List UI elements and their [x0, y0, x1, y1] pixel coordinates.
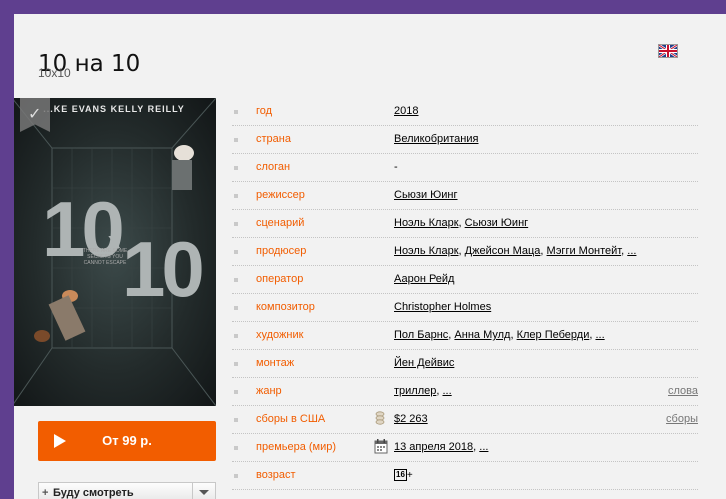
- writer-link[interactable]: Ноэль Кларк: [394, 217, 459, 229]
- producer-link[interactable]: Мэгги Монтейт: [547, 245, 622, 257]
- info-row-director: режиссер Сьюзи Юинг: [232, 182, 698, 210]
- film-poster[interactable]: ...KE EVANS KELLY REILLY 10 x 10 THERE A…: [14, 98, 216, 406]
- slogan-value: -: [394, 161, 398, 173]
- row-bullet: [234, 166, 238, 170]
- info-row-age: возраст 16 +: [232, 462, 698, 490]
- row-bullet: [234, 334, 238, 338]
- row-bullet: [234, 110, 238, 114]
- artist-link[interactable]: Анна Мулд: [454, 329, 510, 341]
- info-row-year: год 2018: [232, 98, 698, 126]
- info-key: премьера (мир): [256, 441, 337, 453]
- row-bullet: [234, 278, 238, 282]
- info-key: монтаж: [256, 357, 295, 369]
- coins-icon: [374, 410, 386, 431]
- watch-price-label: От 99 р.: [102, 433, 152, 448]
- chevron-down-icon: [199, 490, 209, 495]
- box-office-more-link[interactable]: сборы: [666, 413, 698, 425]
- will-watch-button[interactable]: + Буду смотреть: [38, 482, 216, 499]
- row-bullet: [234, 362, 238, 366]
- film-info-table: год 2018 страна Великобритания слоган - …: [232, 98, 698, 490]
- info-row-composer: композитор Christopher Holmes: [232, 294, 698, 322]
- info-key: слоган: [256, 161, 291, 173]
- producer-link[interactable]: Ноэль Кларк: [394, 245, 459, 257]
- row-bullet: [234, 306, 238, 310]
- row-bullet: [234, 222, 238, 226]
- box-office-link[interactable]: $2 263: [394, 413, 428, 425]
- info-key: художник: [256, 329, 304, 341]
- plus-icon: +: [42, 487, 49, 499]
- info-key: оператор: [256, 273, 304, 285]
- producer-more-link[interactable]: ...: [627, 245, 636, 257]
- age-rating-badge: 16: [394, 469, 407, 482]
- keywords-link[interactable]: слова: [668, 385, 698, 397]
- row-bullet: [234, 250, 238, 254]
- director-link[interactable]: Сьюзи Юинг: [394, 189, 458, 201]
- artist-more-link[interactable]: ...: [595, 329, 604, 341]
- operator-link[interactable]: Аарон Рейд: [394, 273, 454, 285]
- film-page: 10 на 10 10x10 ...KE EVANS KELLY REILLY …: [14, 14, 726, 499]
- info-row-genre: жанр триллер, ... слова: [232, 378, 698, 406]
- year-link[interactable]: 2018: [394, 105, 418, 117]
- original-title: 10x10: [38, 66, 71, 80]
- info-row-producer: продюсер Ноэль Кларк, Джейсон Маца, Мэгг…: [232, 238, 698, 266]
- info-key: сборы в США: [256, 413, 326, 425]
- info-row-country: страна Великобритания: [232, 126, 698, 154]
- checkmark-icon: ✓: [28, 104, 42, 123]
- row-bullet: [234, 138, 238, 142]
- uk-flag-icon[interactable]: [658, 44, 678, 58]
- info-row-artist: художник Пол Барнс, Анна Мулд, Клер Пебе…: [232, 322, 698, 350]
- info-row-slogan: слоган -: [232, 154, 698, 182]
- composer-link[interactable]: Christopher Holmes: [394, 301, 491, 313]
- info-row-writer: сценарий Ноэль Кларк, Сьюзи Юинг: [232, 210, 698, 238]
- country-link[interactable]: Великобритания: [394, 133, 478, 145]
- poster-tagline: THERE ARE SOME SECRETS YOU CANNOT ESCAPE: [82, 248, 128, 266]
- watch-online-button[interactable]: От 99 р.: [38, 421, 216, 461]
- info-row-box-office: сборы в США $2 263 сборы: [232, 406, 698, 434]
- info-row-operator: оператор Аарон Рейд: [232, 266, 698, 294]
- artist-link[interactable]: Клер Пеберди: [517, 329, 590, 341]
- info-key: год: [256, 105, 273, 117]
- artist-link[interactable]: Пол Барнс: [394, 329, 448, 341]
- calendar-icon: [374, 438, 388, 457]
- age-rating-suffix: +: [406, 470, 413, 481]
- info-key: сценарий: [256, 217, 305, 229]
- row-bullet: [234, 446, 238, 450]
- writer-link[interactable]: Сьюзи Юинг: [465, 217, 529, 229]
- info-key: композитор: [256, 301, 315, 313]
- info-row-premiere: премьера (мир) 13 апреля 2018, ...: [232, 434, 698, 462]
- will-watch-label: Буду смотреть: [53, 487, 134, 499]
- info-key: жанр: [256, 385, 282, 397]
- genre-link[interactable]: триллер: [394, 385, 436, 397]
- info-key: режиссер: [256, 189, 305, 201]
- poster-title-right: 10: [122, 225, 205, 313]
- info-key: страна: [256, 133, 291, 145]
- info-row-editing: монтаж Йен Дейвис: [232, 350, 698, 378]
- row-bullet: [234, 194, 238, 198]
- row-bullet: [234, 418, 238, 422]
- editor-link[interactable]: Йен Дейвис: [394, 357, 454, 369]
- info-key: продюсер: [256, 245, 307, 257]
- will-watch-dropdown[interactable]: [192, 483, 215, 499]
- row-bullet: [234, 474, 238, 478]
- premiere-more-link[interactable]: ...: [479, 441, 488, 453]
- info-key: возраст: [256, 469, 296, 481]
- producer-link[interactable]: Джейсон Маца: [465, 245, 541, 257]
- genre-more-link[interactable]: ...: [443, 385, 452, 397]
- premiere-date-link[interactable]: 13 апреля 2018: [394, 441, 473, 453]
- row-bullet: [234, 390, 238, 394]
